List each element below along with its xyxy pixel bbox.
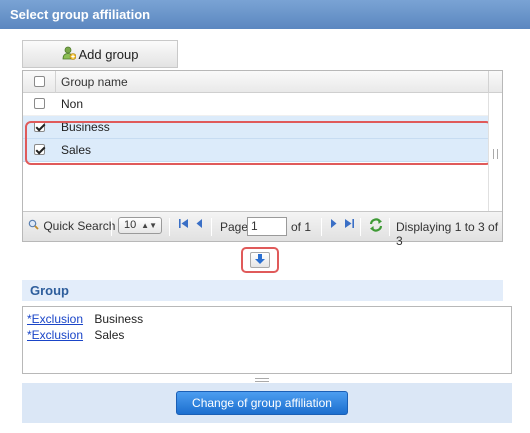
page-label: Page <box>220 220 249 234</box>
group-item-name: Business <box>94 312 144 326</box>
resize-handle[interactable] <box>255 378 269 382</box>
per-page-value: 10 <box>124 219 137 231</box>
group-list: *Exclusion Business *Exclusion Sales <box>22 306 512 374</box>
table-row[interactable]: Business <box>23 116 490 139</box>
grid-pager: Quick Search 10 ▲▼ Page 1 of 1 Displayin… <box>23 211 502 382</box>
select-all-checkbox[interactable] <box>34 76 45 87</box>
arrow-down-icon <box>254 253 266 268</box>
move-down-button-frame[interactable] <box>241 247 279 273</box>
list-item: *Exclusion Business <box>27 311 511 327</box>
row-group-name: Business <box>61 120 110 134</box>
page-number-input[interactable]: 1 <box>247 217 287 236</box>
group-item-name: Sales <box>94 328 125 342</box>
per-page-select[interactable]: 10 ▲▼ <box>118 217 162 234</box>
add-group-button[interactable]: Add group <box>22 40 178 68</box>
grid-header: Group name <box>23 71 502 93</box>
scrollbar-thumb[interactable] <box>493 149 498 159</box>
row-group-name: Non <box>61 97 84 111</box>
exclusion-link[interactable]: *Exclusion <box>27 328 83 342</box>
table-row[interactable]: Sales <box>23 139 490 162</box>
row-checkbox[interactable] <box>34 98 45 109</box>
row-checkbox[interactable] <box>34 144 45 155</box>
table-row[interactable]: Non <box>23 93 490 116</box>
next-page-icon[interactable] <box>330 218 337 232</box>
group-grid: Group name Non Business Sales Quick Sear… <box>22 70 503 382</box>
page-total: of 1 <box>291 220 312 234</box>
group-section-header: Group <box>22 280 503 301</box>
pager-separator <box>169 218 170 236</box>
quick-search-button[interactable]: Quick Search <box>28 219 115 233</box>
group-name-column-header[interactable]: Group name <box>61 71 128 93</box>
change-group-affiliation-button[interactable]: Change of group affiliation <box>176 391 348 415</box>
header-scroll-spacer <box>488 71 502 93</box>
header-check-column <box>23 71 56 93</box>
quick-search-label: Quick Search <box>43 219 116 233</box>
move-down-button[interactable] <box>250 252 270 268</box>
exclusion-link[interactable]: *Exclusion <box>27 312 83 326</box>
last-page-icon[interactable] <box>344 218 354 232</box>
list-item: *Exclusion Sales <box>27 327 511 343</box>
pager-separator <box>211 218 212 236</box>
refresh-icon[interactable] <box>368 217 384 237</box>
pager-separator <box>111 218 112 236</box>
grid-scrollbar[interactable] <box>488 93 502 211</box>
add-user-icon <box>62 46 76 63</box>
row-checkbox[interactable] <box>34 121 45 132</box>
prev-page-icon[interactable] <box>196 218 203 232</box>
pager-separator <box>321 218 322 236</box>
first-page-icon[interactable] <box>179 218 189 232</box>
pager-separator <box>360 218 361 236</box>
footer-bar: Change of group affiliation <box>22 383 512 423</box>
displaying-count: Displaying 1 to 3 of 3 <box>396 220 499 248</box>
chevron-updown-icon: ▲▼ <box>141 221 157 230</box>
row-group-name: Sales <box>61 143 92 157</box>
search-icon <box>28 219 40 233</box>
add-group-label: Add group <box>78 46 139 62</box>
page-title: Select group affiliation <box>0 0 530 29</box>
pager-separator <box>389 218 390 236</box>
